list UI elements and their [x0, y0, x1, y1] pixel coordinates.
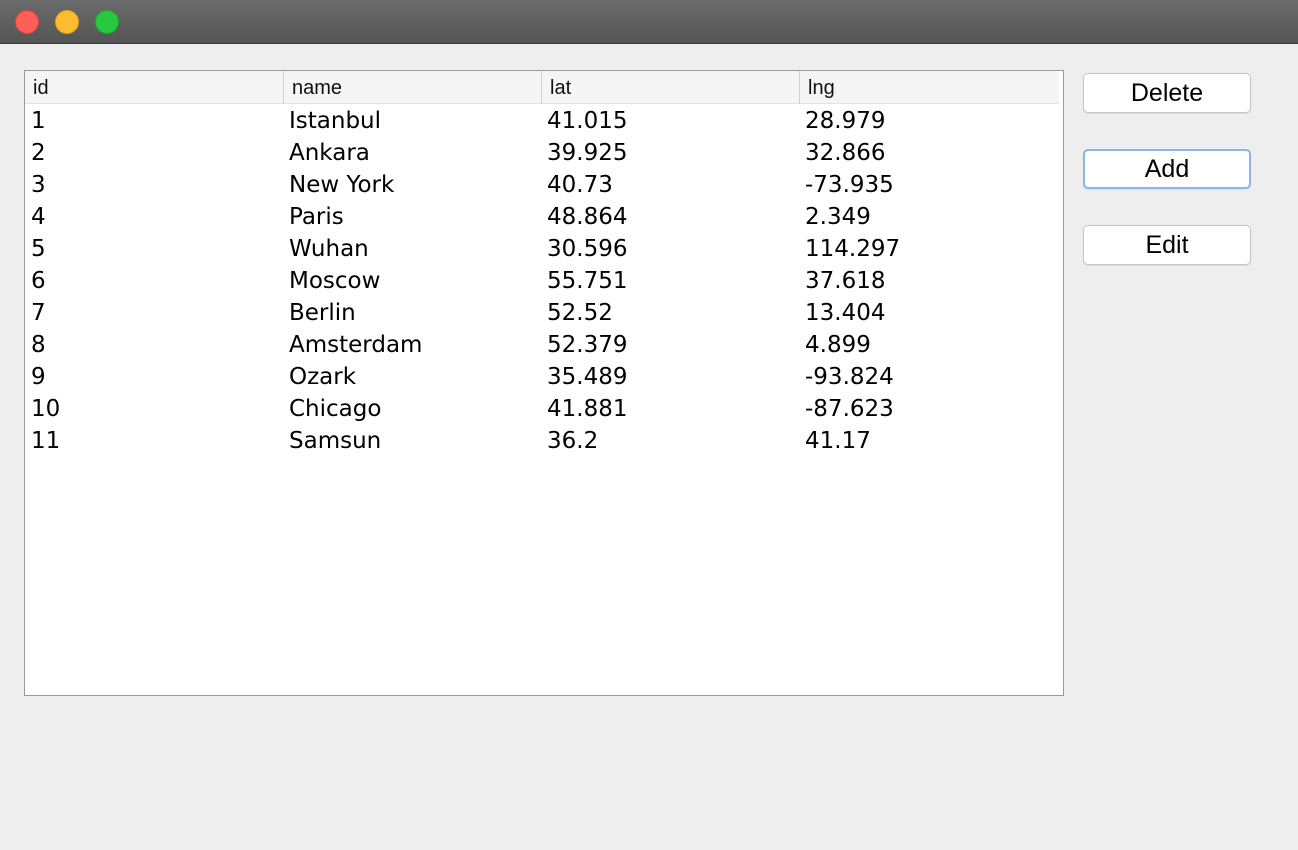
- cell-id[interactable]: 9: [25, 361, 283, 393]
- table-header: id name lat lng: [25, 71, 1059, 104]
- cell-lng[interactable]: 13.404: [799, 297, 1061, 329]
- cell-name[interactable]: Wuhan: [283, 233, 541, 265]
- cell-id[interactable]: 6: [25, 265, 283, 297]
- column-header-id[interactable]: id: [25, 71, 283, 104]
- table-row[interactable]: 1 Istanbul 41.015 28.979: [25, 105, 1063, 137]
- cell-lat[interactable]: 41.881: [541, 393, 799, 425]
- cell-name[interactable]: Chicago: [283, 393, 541, 425]
- cell-name[interactable]: Ozark: [283, 361, 541, 393]
- delete-button[interactable]: Delete: [1083, 73, 1251, 113]
- cell-lng[interactable]: 37.618: [799, 265, 1061, 297]
- cell-lat[interactable]: 30.596: [541, 233, 799, 265]
- cell-lat[interactable]: 39.925: [541, 137, 799, 169]
- cell-lat[interactable]: 35.489: [541, 361, 799, 393]
- table-row[interactable]: 5 Wuhan 30.596 114.297: [25, 233, 1063, 265]
- edit-button[interactable]: Edit: [1083, 225, 1251, 265]
- cell-lat[interactable]: 48.864: [541, 201, 799, 233]
- zoom-window-icon[interactable]: [95, 10, 119, 34]
- cell-lat[interactable]: 36.2: [541, 425, 799, 457]
- table-row[interactable]: 4 Paris 48.864 2.349: [25, 201, 1063, 233]
- cell-name[interactable]: Istanbul: [283, 105, 541, 137]
- cell-lat[interactable]: 41.015: [541, 105, 799, 137]
- table-body: 1 Istanbul 41.015 28.979 2 Ankara 39.925 32.866…: [25, 105, 1063, 457]
- cell-lng[interactable]: 28.979: [799, 105, 1061, 137]
- cell-name[interactable]: Samsun: [283, 425, 541, 457]
- cell-lng[interactable]: 114.297: [799, 233, 1061, 265]
- add-button[interactable]: Add: [1083, 149, 1251, 189]
- table-row[interactable]: 8 Amsterdam 52.379 4.899: [25, 329, 1063, 361]
- app-window: id name lat lng 1 Istanbul 41.015 28.979 2 An…: [0, 0, 1298, 850]
- cell-lng[interactable]: 4.899: [799, 329, 1061, 361]
- cell-lng[interactable]: -87.623: [799, 393, 1061, 425]
- cell-id[interactable]: 8: [25, 329, 283, 361]
- cell-lat[interactable]: 55.751: [541, 265, 799, 297]
- cell-lng[interactable]: 41.17: [799, 425, 1061, 457]
- cell-id[interactable]: 10: [25, 393, 283, 425]
- title-bar[interactable]: [0, 0, 1298, 44]
- table-row[interactable]: 10 Chicago 41.881 -87.623: [25, 393, 1063, 425]
- table-row[interactable]: 3 New York 40.73 -73.935: [25, 169, 1063, 201]
- table-row[interactable]: 9 Ozark 35.489 -93.824: [25, 361, 1063, 393]
- cell-lat[interactable]: 52.52: [541, 297, 799, 329]
- cell-name[interactable]: Paris: [283, 201, 541, 233]
- cell-lng[interactable]: 2.349: [799, 201, 1061, 233]
- table-row[interactable]: 2 Ankara 39.925 32.866: [25, 137, 1063, 169]
- cell-id[interactable]: 11: [25, 425, 283, 457]
- cell-lat[interactable]: 52.379: [541, 329, 799, 361]
- column-header-lat[interactable]: lat: [541, 71, 799, 104]
- column-header-lng[interactable]: lng: [799, 71, 1061, 104]
- cell-name[interactable]: Berlin: [283, 297, 541, 329]
- cell-name[interactable]: New York: [283, 169, 541, 201]
- cell-id[interactable]: 1: [25, 105, 283, 137]
- cell-id[interactable]: 2: [25, 137, 283, 169]
- cell-name[interactable]: Moscow: [283, 265, 541, 297]
- cell-lat[interactable]: 40.73: [541, 169, 799, 201]
- table-row[interactable]: 11 Samsun 36.2 41.17: [25, 425, 1063, 457]
- cell-name[interactable]: Ankara: [283, 137, 541, 169]
- cell-id[interactable]: 5: [25, 233, 283, 265]
- column-header-name[interactable]: name: [283, 71, 541, 104]
- cell-lng[interactable]: 32.866: [799, 137, 1061, 169]
- table-row[interactable]: 7 Berlin 52.52 13.404: [25, 297, 1063, 329]
- cell-lng[interactable]: -93.824: [799, 361, 1061, 393]
- cell-id[interactable]: 7: [25, 297, 283, 329]
- cell-name[interactable]: Amsterdam: [283, 329, 541, 361]
- close-window-icon[interactable]: [15, 10, 39, 34]
- cell-lng[interactable]: -73.935: [799, 169, 1061, 201]
- table-row[interactable]: 6 Moscow 55.751 37.618: [25, 265, 1063, 297]
- cities-table[interactable]: id name lat lng 1 Istanbul 41.015 28.979 2 An…: [24, 70, 1064, 696]
- minimize-window-icon[interactable]: [55, 10, 79, 34]
- cell-id[interactable]: 3: [25, 169, 283, 201]
- cell-id[interactable]: 4: [25, 201, 283, 233]
